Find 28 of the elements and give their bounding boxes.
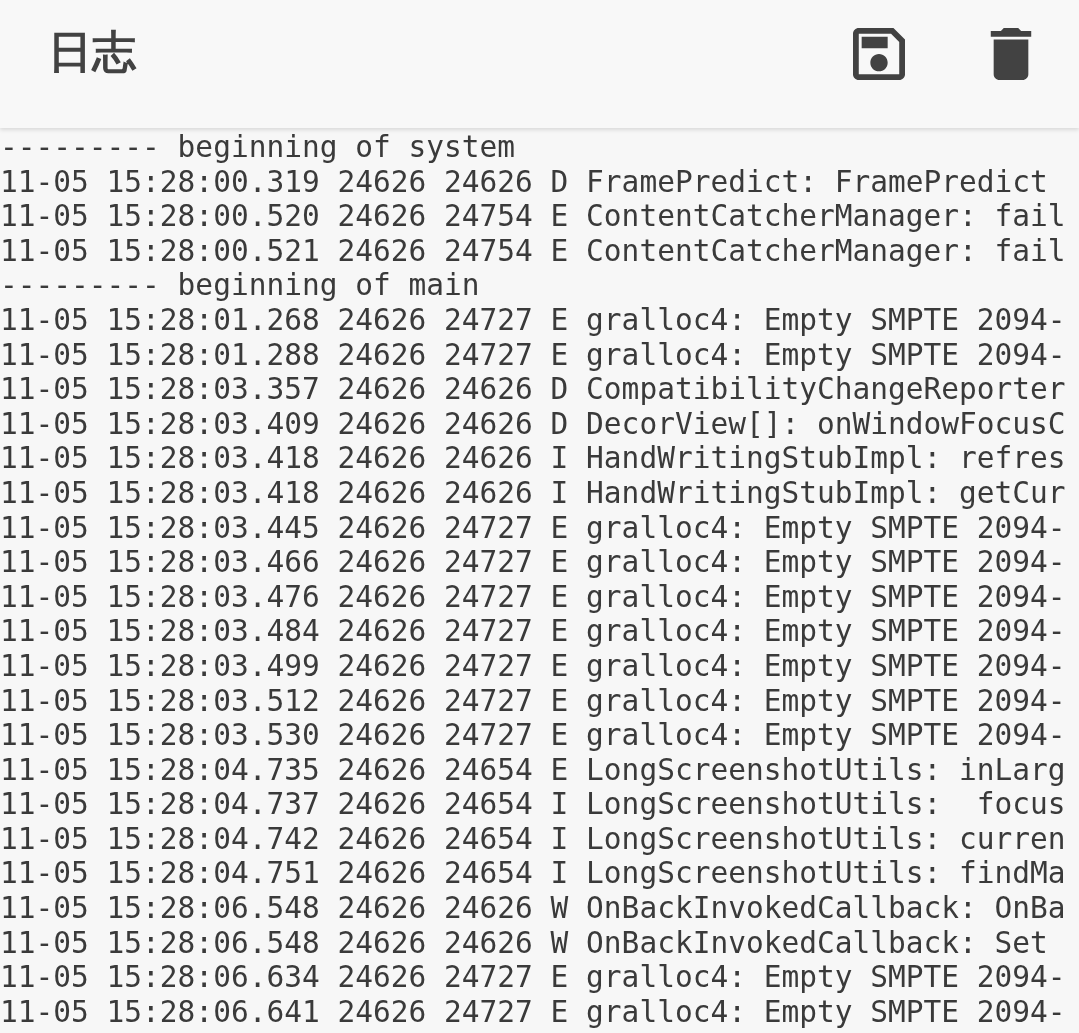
log-line: 11-05 15:28:00.520 24626 24754 E ContentCatcherManager: fail <box>0 199 1067 234</box>
log-line: 11-05 15:28:04.737 24626 24654 I LongScreenshotUtils: focus <box>0 787 1067 822</box>
log-line: 11-05 15:28:03.466 24626 24727 E gralloc4: Empty SMPTE 2094- <box>0 545 1067 580</box>
log-line: 11-05 15:28:01.268 24626 24727 E gralloc4: Empty SMPTE 2094- <box>0 302 1067 338</box>
log-line: --------- beginning of system <box>0 130 517 165</box>
log-line: 11-05 15:28:06.548 24626 24626 W OnBackInvokedCallback: OnBa <box>0 891 1067 926</box>
log-line: 11-05 15:28:03.512 24626 24727 E gralloc4: Empty SMPTE 2094- <box>0 683 1067 719</box>
log-line: 11-05 15:28:03.357 24626 24626 D CompatibilityChangeReporter <box>0 372 1067 407</box>
log-line: --------- beginning of main <box>0 268 481 303</box>
log-line: 11-05 15:28:03.530 24626 24727 E gralloc4: Empty SMPTE 2094- <box>0 718 1067 753</box>
log-line: 11-05 15:28:03.484 24626 24727 E gralloc4: Empty SMPTE 2094- <box>0 614 1067 649</box>
log-line: 11-05 15:28:04.735 24626 24654 E LongScreenshotUtils: inLarg <box>0 752 1067 788</box>
log-line: 11-05 15:28:03.499 24626 24727 E gralloc4: Empty SMPTE 2094- <box>0 648 1067 684</box>
log-line: 11-05 15:28:06.548 24626 24626 W OnBackInvokedCallback: Set <box>0 925 1049 961</box>
log-line: 11-05 15:28:04.742 24626 24654 I LongScreenshotUtils: curren <box>0 821 1067 857</box>
log-line: 11-05 15:28:03.476 24626 24727 E gralloc4: Empty SMPTE 2094- <box>0 579 1067 615</box>
log-line: 11-05 15:28:03.445 24626 24727 E gralloc4: Empty SMPTE 2094- <box>0 510 1067 546</box>
save-icon <box>853 28 905 80</box>
log-line: 11-05 15:28:03.418 24626 24626 I HandWritingStubImpl: getCur <box>0 475 1067 511</box>
log-line: 11-05 15:28:04.751 24626 24654 I LongScreenshotUtils: findMa <box>0 856 1067 892</box>
log-line: 11-05 15:28:00.521 24626 24754 E ContentCatcherManager: fail <box>0 233 1067 269</box>
app-bar-title: 日志 <box>48 25 136 79</box>
log-line: 11-05 15:28:06.641 24626 24727 E gralloc4: Empty SMPTE 2094- <box>0 994 1067 1030</box>
log-line: 11-05 15:28:06.634 24626 24727 E gralloc4: Empty SMPTE 2094- <box>0 960 1067 995</box>
log-line: 11-05 15:28:03.409 24626 24626 D DecorView[]: onWindowFocusC <box>0 406 1067 442</box>
log-line: 11-05 15:28:03.418 24626 24626 I HandWritingStubImpl: refres <box>0 441 1067 476</box>
log-line: 11-05 15:28:01.288 24626 24727 E gralloc4: Empty SMPTE 2094- <box>0 337 1067 373</box>
log-line: 11-05 15:28:00.319 24626 24626 D FramePredict: FramePredict <box>0 164 1049 200</box>
